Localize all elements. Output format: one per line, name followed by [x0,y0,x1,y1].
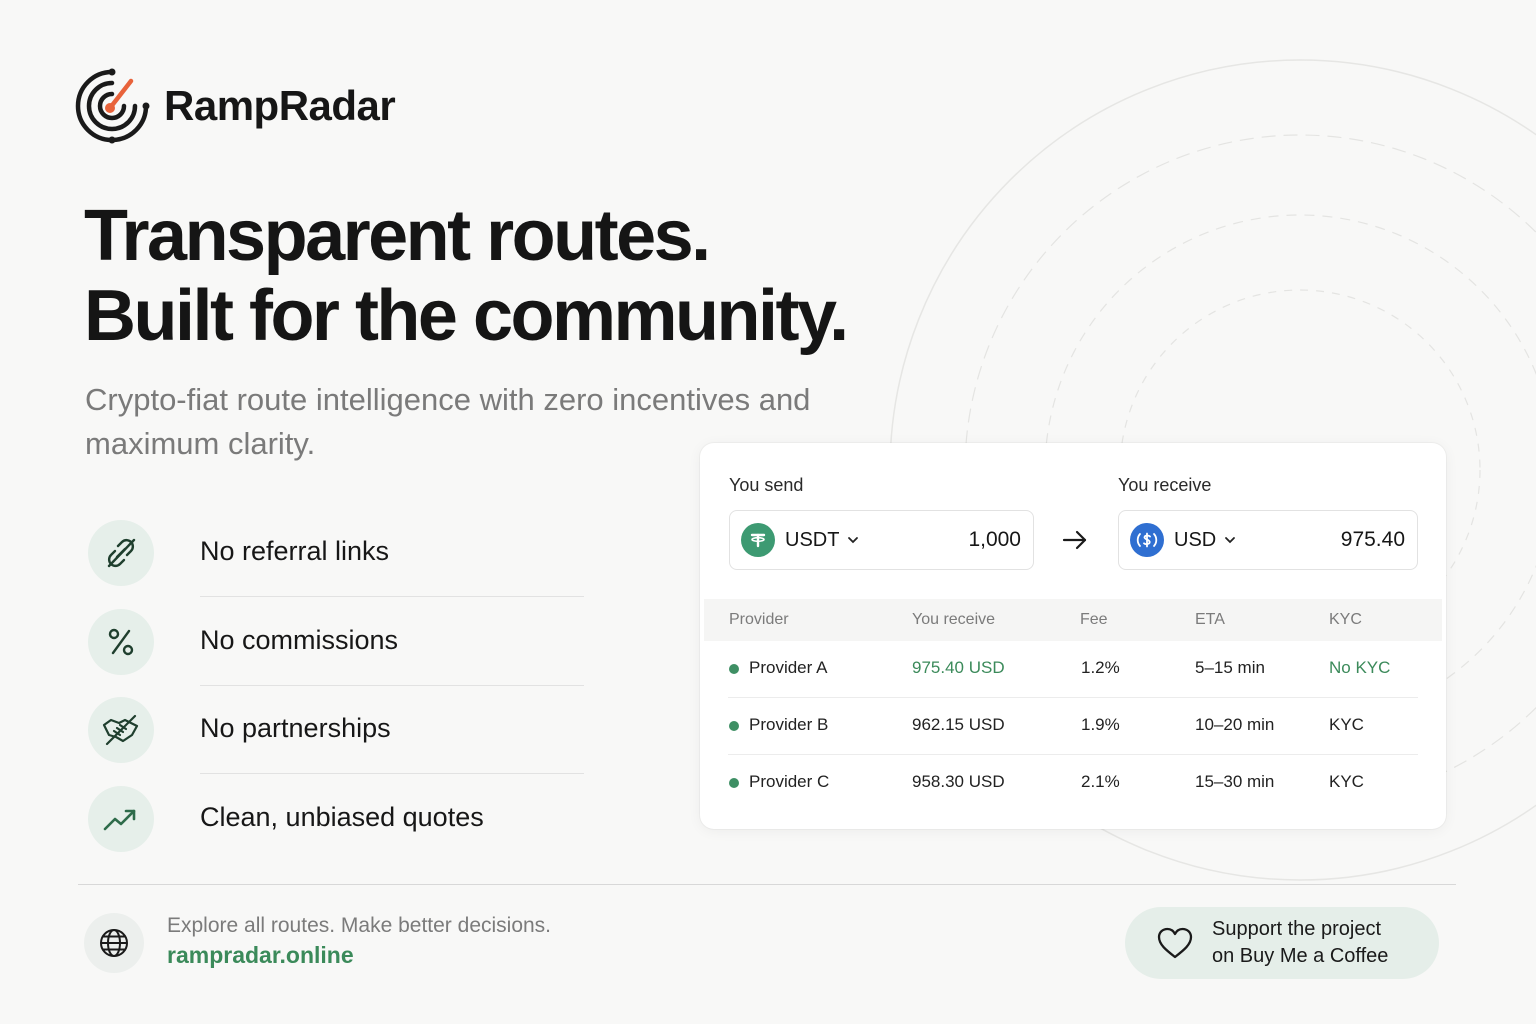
chevron-down-icon[interactable] [1224,536,1236,544]
support-line-1: Support the project [1212,918,1381,940]
radar-logo-icon [75,68,150,144]
provider-name: Provider C [749,772,830,791]
receive-label: You receive [1118,475,1212,495]
eta: 10–20 min [1195,715,1275,734]
provider-name: Provider A [749,658,828,677]
brand-name: RampRadar [164,82,396,129]
feature-label: Clean, unbiased quotes [200,801,484,832]
provider-row[interactable]: Provider C 958.30 USD 2.1% 15–30 min KYC [728,755,1418,812]
feature-item: No commissions [88,608,588,698]
receive-amount: 958.30 USD [912,772,1005,791]
provider-table-header: Provider You receive Fee ETA KYC [704,599,1442,641]
feature-label: No commissions [200,624,399,655]
support-line-2: on Buy Me a Coffee [1212,945,1389,967]
arrow-right-icon [1062,530,1087,550]
hero-headline: Transparent routes. Built for the commun… [84,196,849,356]
provider-row[interactable]: Provider A 975.40 USD 1.2% 5–15 min No K… [728,641,1418,698]
feature-label: No referral links [200,536,390,566]
feature-item: Clean, unbiased quotes [88,785,588,875]
trend-up-icon [88,785,154,852]
send-currency-select[interactable]: USDT [785,529,839,552]
tether-icon [741,523,775,557]
usd-coin-icon [1130,523,1164,557]
column-header-provider[interactable]: Provider [729,611,789,629]
feature-item: No referral links [88,520,588,609]
brand-logo[interactable]: RampRadar [74,68,396,144]
send-amount-field[interactable]: USDT 1,000 [729,510,1034,570]
send-amount-value[interactable]: 1,000 [968,528,1021,552]
divider [200,684,584,686]
feature-list: No referral links No commissions No part… [88,520,588,874]
receive-amount: 975.40 USD [912,658,1005,677]
feature-item: No partnerships [88,697,588,786]
divider [200,596,584,597]
quote-card: You send You receive USDT 1,000 USD 975.… [700,443,1446,829]
status-dot [729,721,739,731]
column-header-you-receive[interactable]: You receive [912,611,995,629]
heart-icon [1157,927,1193,959]
eta: 15–30 min [1195,772,1275,791]
percent-icon [88,608,154,675]
divider [200,773,584,774]
eta: 5–15 min [1195,658,1265,677]
status-dot [729,778,739,788]
column-header-fee[interactable]: Fee [1080,611,1108,629]
kyc-status: KYC [1329,772,1364,791]
send-label: You send [729,475,804,495]
broken-link-icon [88,520,154,586]
fee: 1.9% [1081,715,1120,734]
kyc-status: KYC [1329,715,1364,734]
provider-row[interactable]: Provider B 962.15 USD 1.9% 10–20 min KYC [728,698,1418,755]
footer-divider [78,884,1456,885]
receive-amount: 962.15 USD [912,715,1005,734]
fee: 2.1% [1081,772,1120,791]
support-button[interactable]: Support the project on Buy Me a Coffee [1125,907,1439,979]
chevron-down-icon[interactable] [847,536,859,544]
headline-line-1: Transparent routes. [84,196,711,276]
support-text: Support the project on Buy Me a Coffee [1212,916,1388,970]
feature-label: No partnerships [200,713,391,743]
website-link[interactable]: rampradar.online [167,942,354,969]
receive-currency-select[interactable]: USD [1174,529,1216,552]
provider-name: Provider B [749,715,829,734]
kyc-status: No KYC [1329,658,1391,677]
headline-line-2: Built for the community. [84,276,849,356]
column-header-eta[interactable]: ETA [1195,611,1225,629]
crossed-handshake-icon [88,697,154,763]
status-dot [729,664,739,674]
column-header-kyc[interactable]: KYC [1329,611,1362,629]
receive-amount-value: 975.40 [1340,528,1405,551]
footer-tagline: Explore all routes. Make better decision… [167,914,552,937]
receive-amount-field[interactable]: USD 975.40 [1118,510,1418,570]
globe-icon [84,913,144,973]
fee: 1.2% [1081,658,1120,677]
